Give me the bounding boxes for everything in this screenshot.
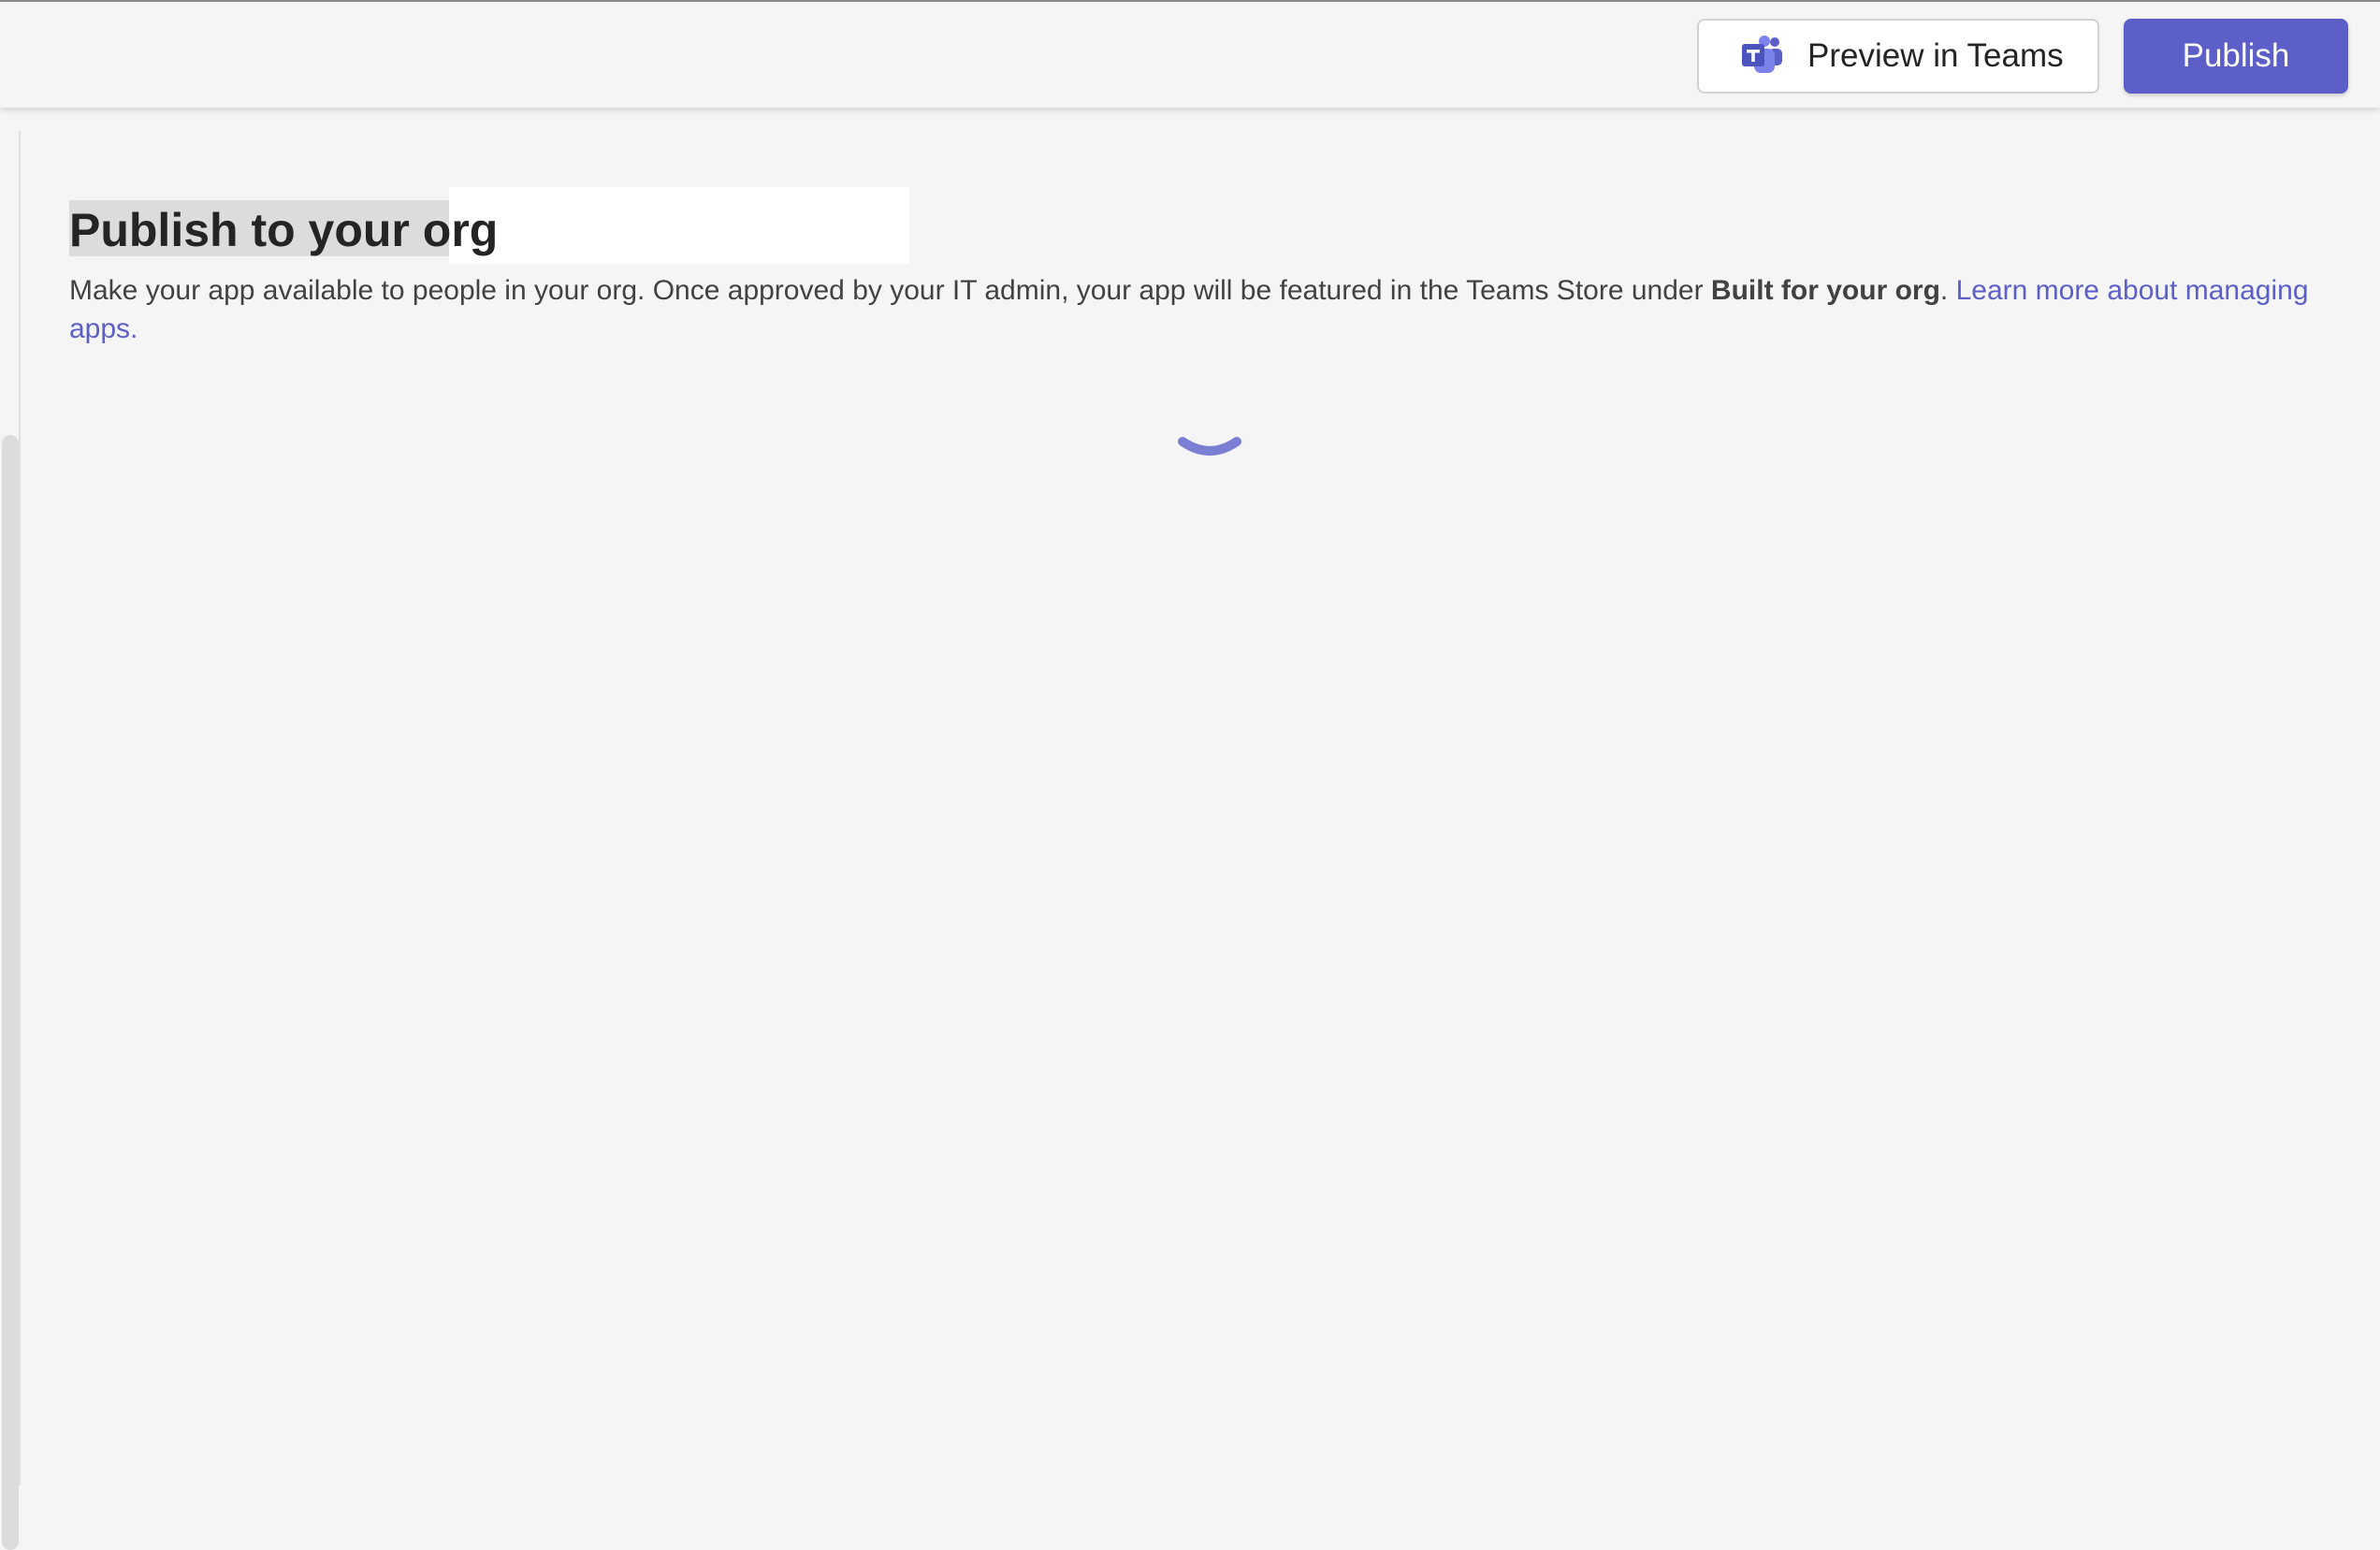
page-title: Publish to your org [69, 204, 499, 256]
left-divider [19, 131, 21, 1485]
loading-spinner-icon [1178, 437, 1241, 456]
teams-icon [1742, 36, 1782, 73]
description-bold: Built for your org [1710, 275, 1940, 306]
description-punct: . [1939, 275, 1956, 306]
main-content: Publish to your org Make your app availa… [69, 187, 2315, 348]
title-blank-area [449, 187, 909, 264]
page-description: Make your app available to people in you… [69, 271, 2315, 348]
preview-in-teams-label: Preview in Teams [1807, 37, 2064, 74]
top-toolbar: Preview in Teams Publish [0, 2, 2380, 108]
publish-button[interactable]: Publish [2124, 19, 2348, 94]
title-row: Publish to your org [69, 187, 2315, 266]
scrollbar[interactable] [0, 108, 19, 1550]
scrollbar-thumb[interactable] [2, 435, 19, 1550]
preview-in-teams-button[interactable]: Preview in Teams [1697, 19, 2099, 94]
description-text: Make your app available to people in you… [69, 275, 1711, 306]
